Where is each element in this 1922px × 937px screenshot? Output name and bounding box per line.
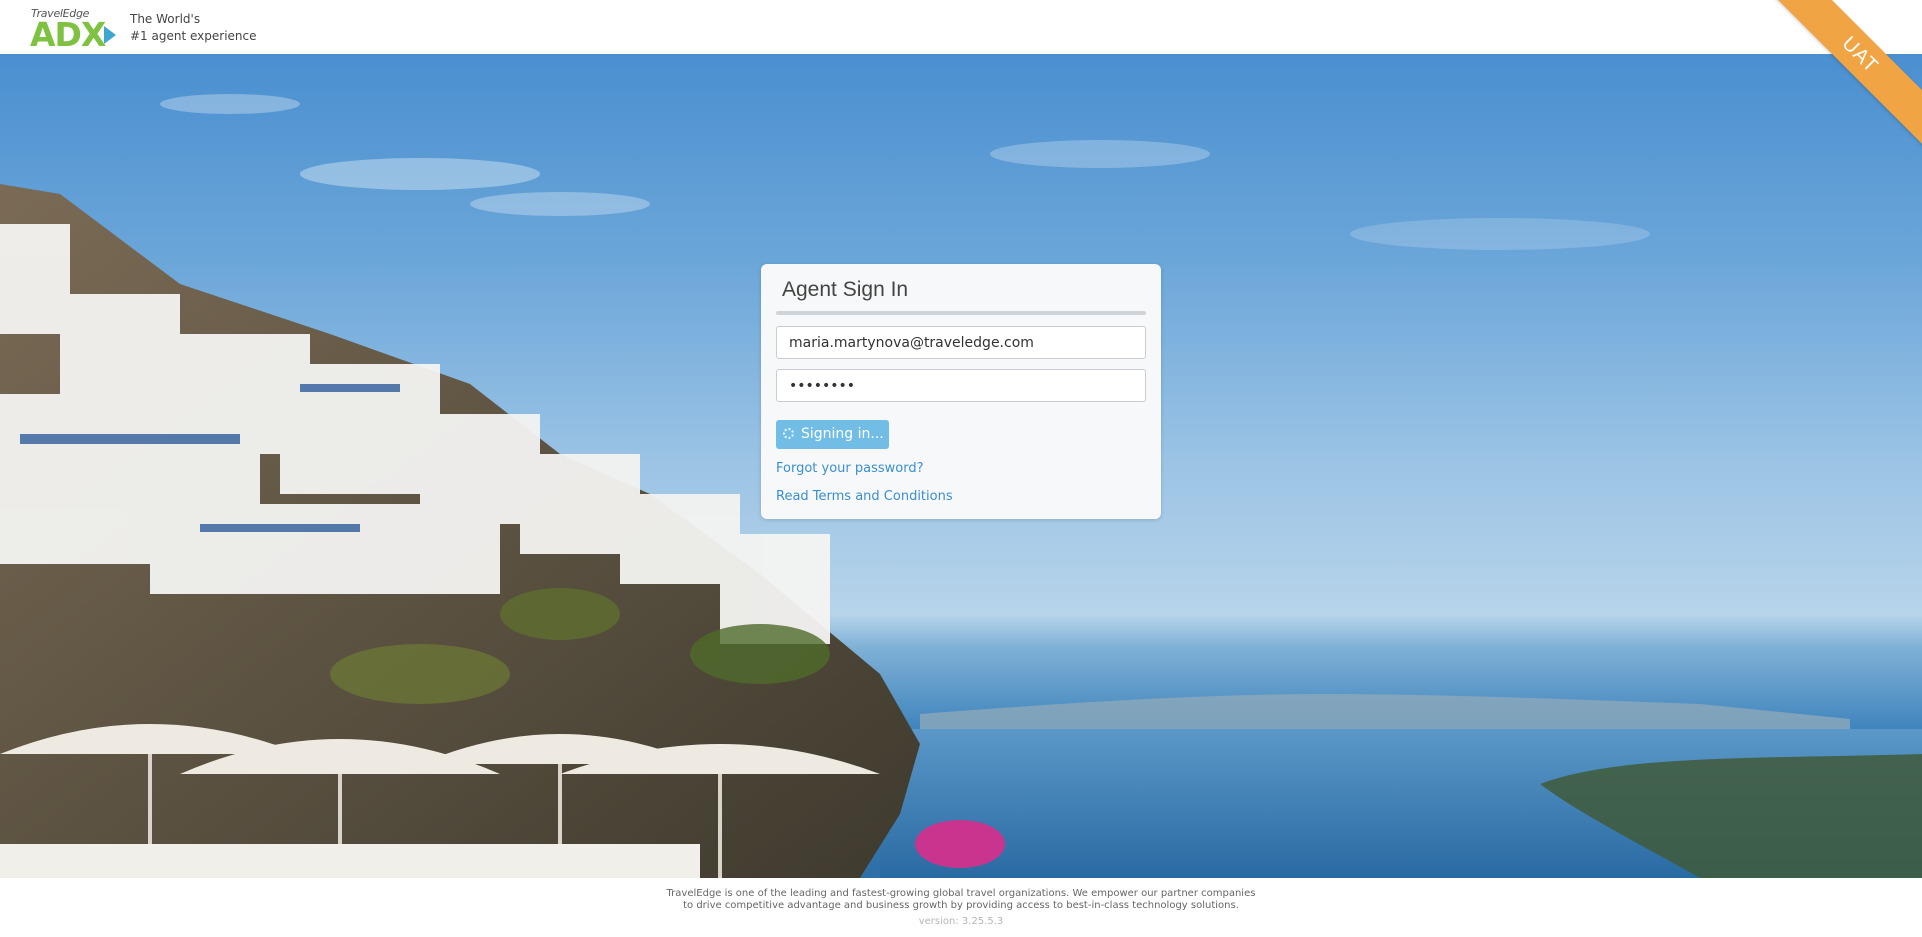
arrow-right-icon (104, 26, 116, 44)
environment-ribbon: UAT (1762, 0, 1922, 160)
footer-description-line-1: TravelEdge is one of the leading and fas… (666, 888, 1256, 899)
password-input[interactable] (776, 369, 1146, 402)
version-label: version: 3.25.5.3 (918, 916, 1004, 927)
logo-brand-big: ADX (30, 15, 106, 54)
footer-description-line-2: to drive competitive advantage and busin… (683, 900, 1239, 911)
agent-signin-card: Agent Sign In Signing in... Forgot your … (761, 264, 1161, 519)
page-header: TravelEdge ADX The World's #1 agent expe… (0, 0, 1922, 54)
signin-button-label: Signing in... (801, 426, 884, 442)
traveledge-adx-logo[interactable]: TravelEdge ADX (30, 6, 116, 54)
title-divider (776, 311, 1146, 315)
signin-button[interactable]: Signing in... (776, 420, 889, 449)
terms-conditions-link[interactable]: Read Terms and Conditions (776, 489, 953, 504)
tagline-line-2: #1 agent experience (130, 29, 257, 43)
tagline-line-1: The World's (130, 12, 201, 26)
forgot-password-link[interactable]: Forgot your password? (776, 461, 924, 476)
hero-background-image: Agent Sign In Signing in... Forgot your … (0, 54, 1922, 878)
email-input[interactable] (776, 326, 1146, 359)
spinner-icon (783, 428, 794, 439)
tagline: The World's #1 agent experience (130, 11, 257, 45)
signin-title: Agent Sign In (782, 278, 909, 301)
page-footer: TravelEdge is one of the leading and fas… (0, 878, 1922, 937)
environment-badge: UAT (1762, 0, 1922, 154)
